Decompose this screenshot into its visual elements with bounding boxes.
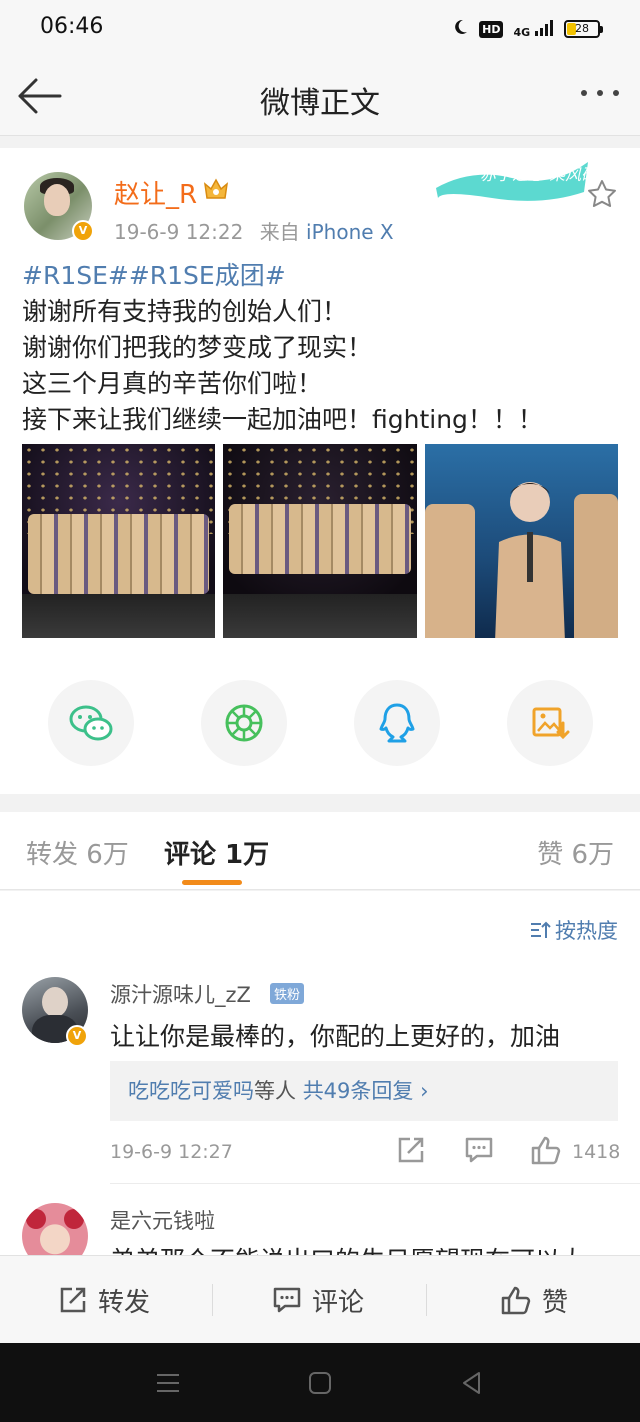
comment-divider	[110, 1183, 640, 1184]
share-comment-icon[interactable]	[396, 1135, 430, 1169]
post-hashtags[interactable]: #R1SE##R1SE成团#	[22, 258, 622, 294]
comment-icon	[273, 1287, 301, 1313]
repost-button[interactable]: 转发	[58, 1256, 150, 1344]
hd-icon: HD	[479, 20, 504, 38]
post-line: 谢谢所有支持我的创始人们！	[22, 297, 348, 326]
like-icon	[501, 1286, 531, 1315]
menu-icon[interactable]	[154, 1369, 182, 1397]
qq-icon	[379, 703, 415, 743]
comment-like-count: 1418	[572, 1141, 621, 1163]
verified-badge-icon: V	[72, 220, 94, 242]
share-row	[0, 680, 640, 770]
commenter-name[interactable]: 是六元钱啦	[110, 1205, 215, 1235]
commenter-name[interactable]: 源汁源味儿_zZ	[110, 979, 251, 1009]
banner-text: 赤子之心 乘风破浪	[480, 165, 592, 184]
more-options-icon[interactable]	[578, 83, 622, 103]
like-button[interactable]: 赞	[500, 1256, 568, 1344]
replies-preview[interactable]: 吃吃吃可爱吗等人 共49条回复 ›	[110, 1061, 618, 1121]
post-device[interactable]: iPhone X	[306, 220, 394, 244]
tab-like[interactable]: 赞 6万	[537, 834, 614, 871]
sort-icon	[531, 921, 551, 938]
post-photo[interactable]	[424, 444, 618, 638]
interaction-tabs: 转发 6万 评论 1万 赞 6万	[0, 812, 640, 890]
post-line: 这三个月真的辛苦你们啦！	[22, 369, 323, 398]
like-comment-icon[interactable]	[530, 1135, 564, 1169]
post-photo[interactable]	[223, 444, 417, 638]
author-name[interactable]: 赵让_R	[114, 174, 197, 211]
post-date: 19-6-9 12:22	[114, 220, 244, 244]
tab-repost[interactable]: 转发 6万	[26, 834, 129, 871]
sort-by-hot-button[interactable]: 按热度	[529, 915, 618, 945]
signal-icon	[535, 19, 553, 36]
wechat-icon	[69, 705, 113, 741]
like-label: 赞	[542, 1287, 569, 1318]
commenter-avatar[interactable]	[22, 1203, 88, 1255]
wechat-share-button[interactable]	[48, 680, 134, 766]
comment-text: 让让你是最棒的，你配的上更好的，加油	[110, 1022, 561, 1051]
save-image-button[interactable]	[507, 680, 593, 766]
fan-badge: 铁粉	[270, 983, 305, 1004]
reply-count[interactable]: 共49条回复 ›	[303, 1079, 429, 1103]
comment-label: 评论	[312, 1287, 365, 1318]
post-card: V 赵让_R 19-6-9 12:22 来自 iPhone X 赤子之心 乘风破…	[0, 148, 640, 794]
reply-comment-icon[interactable]	[464, 1135, 498, 1169]
post-line: 谢谢你们把我的梦变成了现实！	[22, 333, 373, 362]
moon-icon	[451, 18, 469, 40]
verified-badge-icon: V	[66, 1025, 88, 1047]
post-body: #R1SE##R1SE成团# 谢谢所有支持我的创始人们！ 谢谢你们把我的梦变成了…	[22, 258, 622, 438]
status-icons: HD 4G 28	[451, 15, 603, 43]
tab-comment[interactable]: 评论 1万	[164, 834, 269, 871]
repost-label: 转发	[98, 1287, 151, 1318]
reply-connector: 等人	[254, 1079, 296, 1103]
sort-label: 按热度	[555, 919, 618, 943]
photo-grid	[22, 444, 618, 638]
page-title: 微博正文	[260, 86, 380, 121]
comment-time: 19-6-9 12:27	[110, 1141, 233, 1163]
status-bar: 06:46 HD 4G 28	[0, 0, 640, 58]
post-from-label: 来自	[259, 220, 300, 244]
reply-user[interactable]: 吃吃吃可爱吗	[128, 1079, 254, 1103]
nav-bar: 微博正文	[0, 58, 640, 136]
comment-text: 弟弟那个不能说出口的生日愿望现在可以大	[110, 1241, 585, 1255]
moments-icon	[225, 704, 263, 742]
battery-icon: 28	[564, 20, 603, 38]
post-line: 接下来让我们继续一起加油吧！fighting！！！	[22, 405, 543, 434]
save-image-icon	[532, 707, 570, 740]
status-time: 06:46	[40, 14, 104, 39]
favorite-star-icon[interactable]	[586, 178, 618, 210]
post-photo[interactable]	[22, 444, 216, 638]
network-icon: 4G	[513, 19, 554, 39]
home-icon[interactable]	[306, 1369, 334, 1397]
battery-level: 28	[575, 22, 589, 35]
card-banner-image: 赤子之心 乘风破浪	[432, 148, 614, 208]
moments-share-button[interactable]	[201, 680, 287, 766]
comment-button[interactable]: 评论	[272, 1256, 364, 1344]
network-label: 4G	[513, 25, 531, 39]
qq-share-button[interactable]	[354, 680, 440, 766]
bottom-action-bar: 转发 评论 赞	[0, 1255, 640, 1343]
active-tab-indicator	[182, 880, 242, 885]
post-meta: 19-6-9 12:22 来自 iPhone X	[114, 216, 394, 245]
repost-icon	[60, 1287, 86, 1313]
crown-icon	[202, 176, 230, 202]
comment-list: 按热度 V 源汁源味儿_zZ 铁粉 让让你是最棒的，你配的上更好的，加油 吃吃吃…	[0, 891, 640, 1255]
system-navigation-bar	[0, 1343, 640, 1422]
back-icon[interactable]	[458, 1369, 486, 1397]
